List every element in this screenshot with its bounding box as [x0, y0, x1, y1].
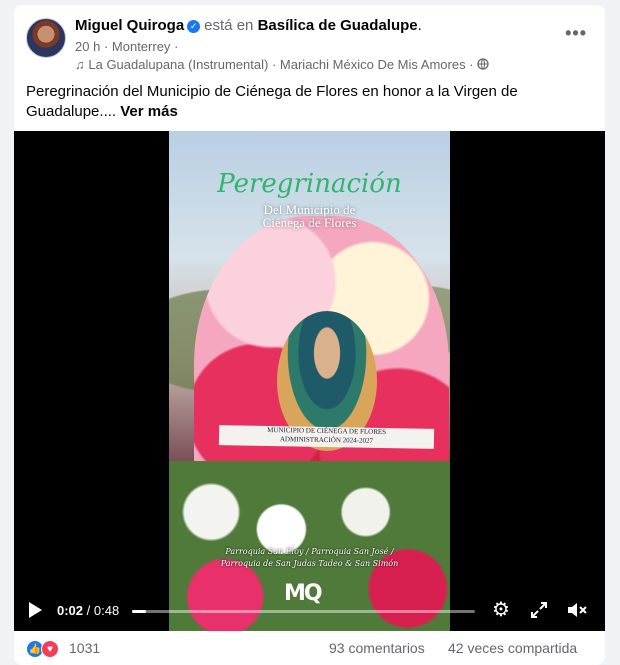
- more-options-icon[interactable]: •••: [565, 23, 587, 44]
- separator-dot: ·: [271, 57, 277, 72]
- play-icon[interactable]: [29, 602, 42, 618]
- settings-gear-icon[interactable]: ⚙: [492, 600, 512, 620]
- see-more-link[interactable]: Ver más: [120, 103, 178, 120]
- love-reaction-icon: ♥: [41, 640, 59, 658]
- progress-bar[interactable]: [132, 610, 475, 613]
- current-time: 0:02: [57, 603, 84, 618]
- post-header: Miguel Quiroga ✓ está en Basílica de Guada…: [75, 17, 422, 34]
- parishes-line2: Parroquia de San Judas Tadeo & San Simón: [220, 559, 399, 568]
- fullscreen-icon[interactable]: [529, 600, 549, 620]
- reaction-icons[interactable]: 👍 ♥: [26, 639, 66, 659]
- post-location[interactable]: Monterrey: [112, 39, 171, 54]
- post-card: Miguel Quiroga ✓ está en Basílica de Guada…: [14, 5, 605, 665]
- artist-name[interactable]: Mariachi México De Mis Amores: [280, 57, 466, 72]
- post-body: Peregrinación del Municipio de Ciénega d…: [26, 83, 518, 120]
- place-link[interactable]: Basílica de Guadalupe: [258, 17, 418, 34]
- reaction-count[interactable]: 1031: [69, 640, 100, 656]
- video-controls: 0:02 / 0:48 ⚙: [14, 595, 605, 631]
- song-title[interactable]: La Guadalupana (Instrumental): [88, 57, 268, 72]
- progress-fill: [132, 610, 146, 613]
- municipio-banner: MUNICIPIO DE CIÉNEGA DE FLORES ADMINISTR…: [218, 425, 435, 449]
- post-time[interactable]: 20 h: [75, 39, 100, 54]
- overlay-sub-line2: Ciénega de Flores: [262, 215, 357, 230]
- avatar[interactable]: [26, 18, 66, 58]
- place-suffix: .: [417, 17, 422, 34]
- separator-dot: ·: [469, 57, 474, 72]
- comments-count[interactable]: 93 comentarios: [329, 640, 425, 656]
- video-frame[interactable]: MUNICIPIO DE CIÉNEGA DE FLORES ADMINISTR…: [169, 131, 450, 631]
- checkin-verb: está en: [204, 17, 254, 34]
- time-separator: /: [83, 603, 94, 618]
- separator-dot: ·: [103, 39, 109, 54]
- video-player[interactable]: MUNICIPIO DE CIÉNEGA DE FLORES ADMINISTR…: [14, 131, 605, 631]
- post-meta: 20 h · Monterrey ·: [75, 39, 178, 54]
- post-music: ♫ La Guadalupana (Instrumental) · Mariac…: [75, 57, 489, 72]
- author-name[interactable]: Miguel Quiroga: [75, 17, 184, 34]
- parishes-line1: Parroquia San Eloy / Parroquia San José …: [225, 547, 394, 556]
- separator-dot: ·: [174, 39, 179, 54]
- post-footer: 👍 ♥ 1031 93 comentarios 42 veces compart…: [14, 637, 605, 661]
- muted-speaker-icon[interactable]: [566, 600, 588, 620]
- post-text: Peregrinación del Municipio de Ciénega d…: [26, 82, 586, 122]
- overlay-title: Peregrinación: [217, 169, 402, 199]
- verified-badge-icon: ✓: [187, 20, 201, 33]
- shares-count[interactable]: 42 veces compartida: [448, 640, 577, 656]
- parishes-caption: Parroquia San Eloy / Parroquia San José …: [169, 546, 450, 570]
- globe-icon: [477, 57, 489, 72]
- music-note-icon: ♫: [75, 57, 85, 72]
- total-time: 0:48: [93, 603, 120, 618]
- overlay-subtitle: Del Municipio de Ciénega de Flores: [169, 203, 450, 229]
- video-time: 0:02 / 0:48: [57, 603, 119, 618]
